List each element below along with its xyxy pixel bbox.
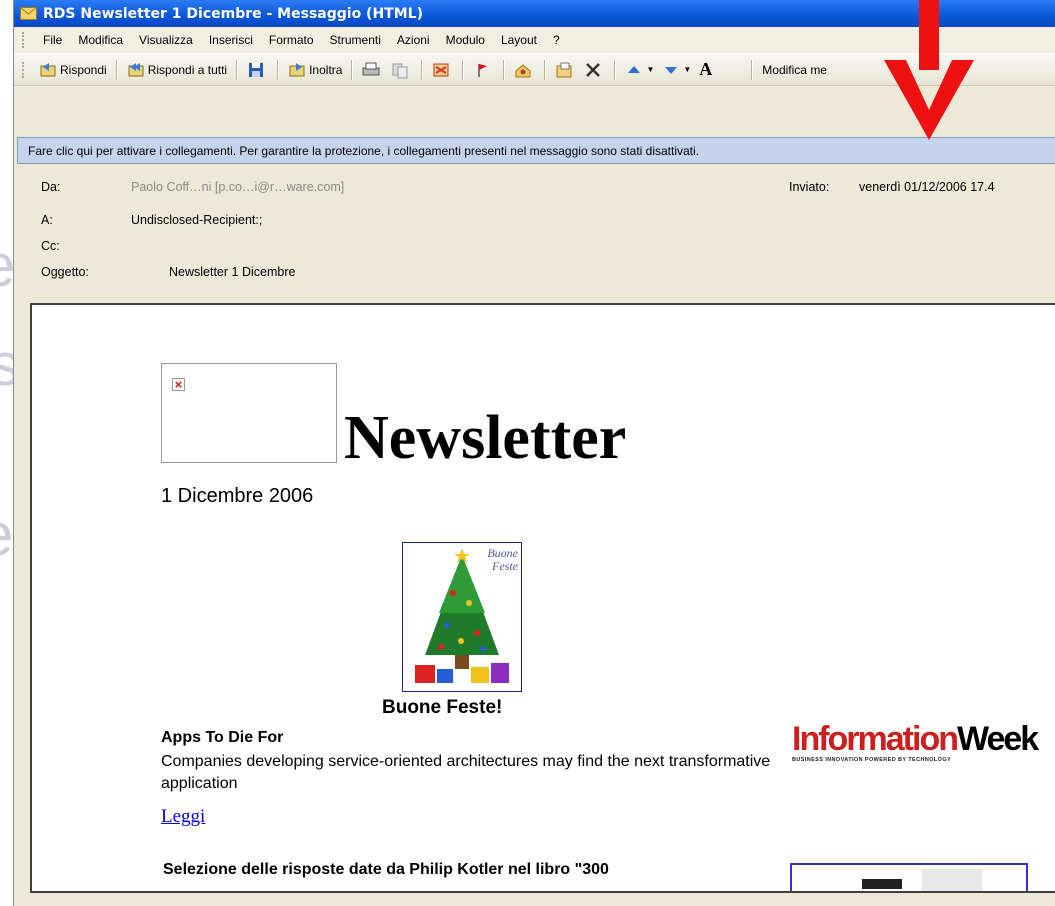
- address-book-icon: [514, 61, 532, 79]
- broken-image: ×: [161, 363, 337, 463]
- greeting: Buone Feste!: [382, 697, 503, 718]
- menu-tools[interactable]: Strumenti: [322, 31, 389, 49]
- menu-form[interactable]: Modulo: [438, 31, 493, 49]
- font-size-icon: A: [699, 59, 713, 79]
- chevron-down-icon[interactable]: ▼: [646, 65, 654, 74]
- menu-view[interactable]: Visualizza: [131, 31, 201, 49]
- reply-all-button[interactable]: Rispondi a tutti: [123, 59, 231, 81]
- chevron-down-icon[interactable]: ▼: [683, 65, 691, 74]
- message-body[interactable]: × Newsletter 1 Dicembre 2006 Buone Feste: [30, 303, 1055, 893]
- toolbar-separator: [614, 59, 617, 80]
- card-text-2: Feste: [492, 559, 518, 573]
- to-label: A:: [41, 213, 53, 227]
- print-icon: [362, 61, 380, 79]
- article-image[interactable]: [790, 863, 1028, 891]
- mail-icon: [20, 7, 37, 20]
- reply-all-icon: [127, 61, 145, 79]
- menu-help[interactable]: ?: [545, 31, 568, 49]
- toolbar-separator: [421, 59, 424, 80]
- forward-icon: [288, 61, 306, 79]
- previous-item-icon: [625, 61, 643, 79]
- image-fragment: [862, 879, 902, 889]
- print-button[interactable]: [358, 59, 387, 81]
- move-to-folder-button[interactable]: [551, 59, 580, 81]
- toolbar-grip[interactable]: [22, 61, 27, 78]
- reply-label: Rispondi: [60, 62, 107, 77]
- sent-value: venerdì 01/12/2006 17.4: [859, 180, 995, 194]
- menu-layout[interactable]: Layout: [493, 31, 545, 49]
- message-header: Da: Paolo Coff…ni [p.co…i@r…ware.com] In…: [17, 168, 1055, 298]
- toolbar-separator: [277, 59, 280, 80]
- previous-item-button[interactable]: ▼: [621, 59, 658, 81]
- reply-icon: [39, 61, 57, 79]
- menu-insert[interactable]: Inserisci: [201, 31, 261, 49]
- reply-button[interactable]: Rispondi: [35, 59, 111, 81]
- next-item-button[interactable]: ▼: [658, 59, 695, 81]
- logo-text-week: Week: [956, 720, 1039, 758]
- toolbar-separator: [544, 59, 547, 80]
- from-label: Da:: [41, 180, 61, 194]
- toolbar-separator: [115, 59, 118, 80]
- card-caption: Buone Feste: [487, 547, 518, 573]
- article-title: Selezione delle risposte date da Philip …: [163, 861, 609, 878]
- menu-grip[interactable]: [22, 32, 27, 48]
- newsletter-title: Newsletter: [344, 404, 627, 472]
- subject-label: Oggetto:: [41, 265, 89, 279]
- sent-label: Inviato:: [789, 180, 830, 194]
- cc-label: Cc:: [41, 239, 60, 253]
- red-arrow-annotation: [884, 0, 974, 140]
- subject-value: Newsletter 1 Dicembre: [169, 265, 296, 279]
- menu-file[interactable]: File: [35, 31, 70, 49]
- read-more-link[interactable]: Leggi: [161, 806, 205, 828]
- flag-button[interactable]: [469, 59, 498, 81]
- broken-image-icon: ×: [172, 378, 185, 391]
- christmas-tree-image: Buone Feste: [402, 542, 522, 692]
- newsletter-date: 1 Dicembre 2006: [161, 485, 314, 507]
- forward-button[interactable]: Inoltra: [284, 59, 346, 81]
- toolbar-separator: [462, 59, 465, 80]
- article-title: Apps To Die For: [161, 729, 284, 746]
- to-value[interactable]: Undisclosed-Recipient:;: [131, 213, 262, 227]
- logo-text-information: Information: [792, 720, 959, 758]
- article-description: Companies developing service-oriented ar…: [161, 753, 771, 792]
- toolbar-separator: [751, 59, 754, 80]
- save-button[interactable]: [243, 59, 272, 81]
- reply-all-label: Rispondi a tutti: [147, 62, 228, 77]
- toolbar-separator: [503, 59, 506, 80]
- copy-icon: [391, 61, 409, 79]
- delete-icon: [584, 61, 602, 79]
- flag-icon: [473, 61, 491, 79]
- menu-edit[interactable]: Modifica: [70, 31, 131, 49]
- edit-message-button[interactable]: Modifica me: [758, 61, 831, 79]
- move-button[interactable]: [428, 59, 457, 81]
- from-value[interactable]: Paolo Coff…ni [p.co…i@r…ware.com]: [131, 180, 344, 194]
- info-bar-text: Fare clic qui per attivare i collegament…: [28, 143, 700, 158]
- window-title: RDS Newsletter 1 Dicembre - Messaggio (H…: [43, 5, 423, 22]
- card-text-1: Buone: [487, 546, 518, 560]
- edit-message-label: Modifica me: [762, 62, 827, 77]
- toolbar-separator: [351, 59, 354, 80]
- menu-actions[interactable]: Azioni: [389, 31, 438, 49]
- informationweek-logo[interactable]: InformationWeek BUSINESS INNOVATION POWE…: [792, 720, 1039, 767]
- toolbar-separator: [236, 59, 239, 80]
- menu-format[interactable]: Formato: [261, 31, 322, 49]
- next-item-icon: [662, 61, 680, 79]
- background-letter: e: [0, 505, 13, 565]
- font-size-button[interactable]: A: [695, 57, 716, 82]
- move-icon: [432, 61, 450, 79]
- delete-button[interactable]: [580, 59, 609, 81]
- forward-label: Inoltra: [309, 62, 343, 77]
- address-book-button[interactable]: [510, 59, 539, 81]
- save-icon: [247, 61, 265, 79]
- copy-button[interactable]: [387, 59, 416, 81]
- image-fragment: [922, 869, 982, 891]
- move-to-folder-icon: [555, 61, 573, 79]
